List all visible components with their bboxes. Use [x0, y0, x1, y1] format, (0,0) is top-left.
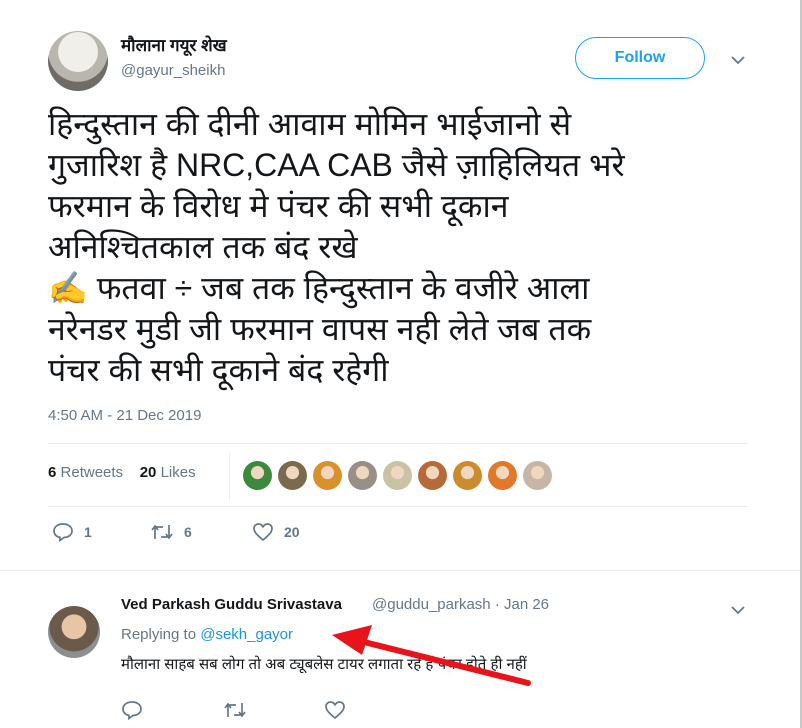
liker-avatar[interactable] — [383, 461, 412, 490]
liker-avatar[interactable] — [243, 461, 272, 490]
liker-avatar[interactable] — [523, 461, 552, 490]
liker-avatar[interactable] — [278, 461, 307, 490]
reply-icon[interactable] — [121, 700, 143, 720]
liker-avatar[interactable] — [348, 461, 377, 490]
heart-icon[interactable] — [324, 700, 346, 720]
tweet-stats: 6 Retweets 20 Likes — [48, 464, 196, 481]
liker-avatars — [243, 461, 552, 490]
reply-author-avatar[interactable] — [48, 606, 100, 658]
divider — [0, 570, 800, 571]
retweet-icon[interactable] — [223, 700, 247, 720]
reply-count: 1 — [84, 524, 92, 540]
tweet-line: ✍️ फतवा ÷ जब तक हिन्दुस्तान के वजीरे आला — [48, 270, 590, 306]
divider — [48, 506, 748, 507]
replying-to: Replying to @sekh_gayor — [121, 626, 293, 643]
tweet-line: हिन्दुस्तान की दीनी आवाम मोमिन भाईजानो स… — [48, 106, 572, 142]
tweet-line: फरमान के विरोध मे पंचर की सभी दूकान — [48, 188, 509, 224]
liker-avatar[interactable] — [418, 461, 447, 490]
author-avatar[interactable] — [48, 31, 108, 91]
divider — [48, 443, 748, 444]
reply-icon[interactable] — [52, 522, 74, 542]
tweet-line: अनिश्चितकाल तक बंद रखे — [48, 229, 358, 265]
liker-avatar[interactable] — [488, 461, 517, 490]
author-handle[interactable]: @gayur_sheikh — [121, 62, 225, 79]
tweet-timestamp[interactable]: 4:50 AM - 21 Dec 2019 — [48, 407, 201, 424]
author-name[interactable]: मौलाना गयूर शेख — [121, 33, 227, 56]
liker-avatar[interactable] — [313, 461, 342, 490]
red-arrow-annotation — [332, 625, 531, 686]
stats-separator — [229, 453, 230, 500]
retweets-stat[interactable]: 6 Retweets — [48, 464, 123, 481]
reply-action[interactable]: 1 — [52, 522, 92, 542]
retweet-count: 6 — [184, 524, 192, 540]
follow-button[interactable]: Follow — [575, 37, 705, 79]
tweet-text: हिन्दुस्तान की दीनी आवाम मोमिन भाईजानो स… — [48, 104, 748, 391]
reply-author-name[interactable]: Ved Parkash Guddu Srivastava — [121, 596, 342, 613]
chevron-down-icon[interactable] — [730, 602, 746, 620]
tweet-line: गुजारिश है NRC,CAA CAB जैसे ज़ाहिलियत भर… — [48, 147, 625, 183]
like-action[interactable]: 20 — [252, 522, 300, 542]
retweet-icon[interactable] — [150, 522, 174, 542]
reply-reply-action[interactable] — [121, 700, 143, 720]
heart-icon[interactable] — [252, 522, 274, 542]
liker-avatar[interactable] — [453, 461, 482, 490]
tweet-line: नरेनडर मुडी जी फरमान वापस नही लेते जब तक — [48, 311, 592, 347]
chevron-down-icon[interactable] — [730, 52, 746, 70]
tweet-line: पंचर की सभी दूकाने बंद रहेगी — [48, 352, 389, 388]
replying-to-handle-link[interactable]: @sekh_gayor — [200, 626, 293, 643]
reply-retweet-action[interactable] — [223, 700, 247, 720]
likes-stat[interactable]: 20 Likes — [140, 464, 196, 481]
reply-like-action[interactable] — [324, 700, 346, 720]
reply-meta[interactable]: @guddu_parkash · Jan 26 — [372, 596, 549, 613]
like-count: 20 — [284, 524, 300, 540]
retweet-action[interactable]: 6 — [150, 522, 192, 542]
